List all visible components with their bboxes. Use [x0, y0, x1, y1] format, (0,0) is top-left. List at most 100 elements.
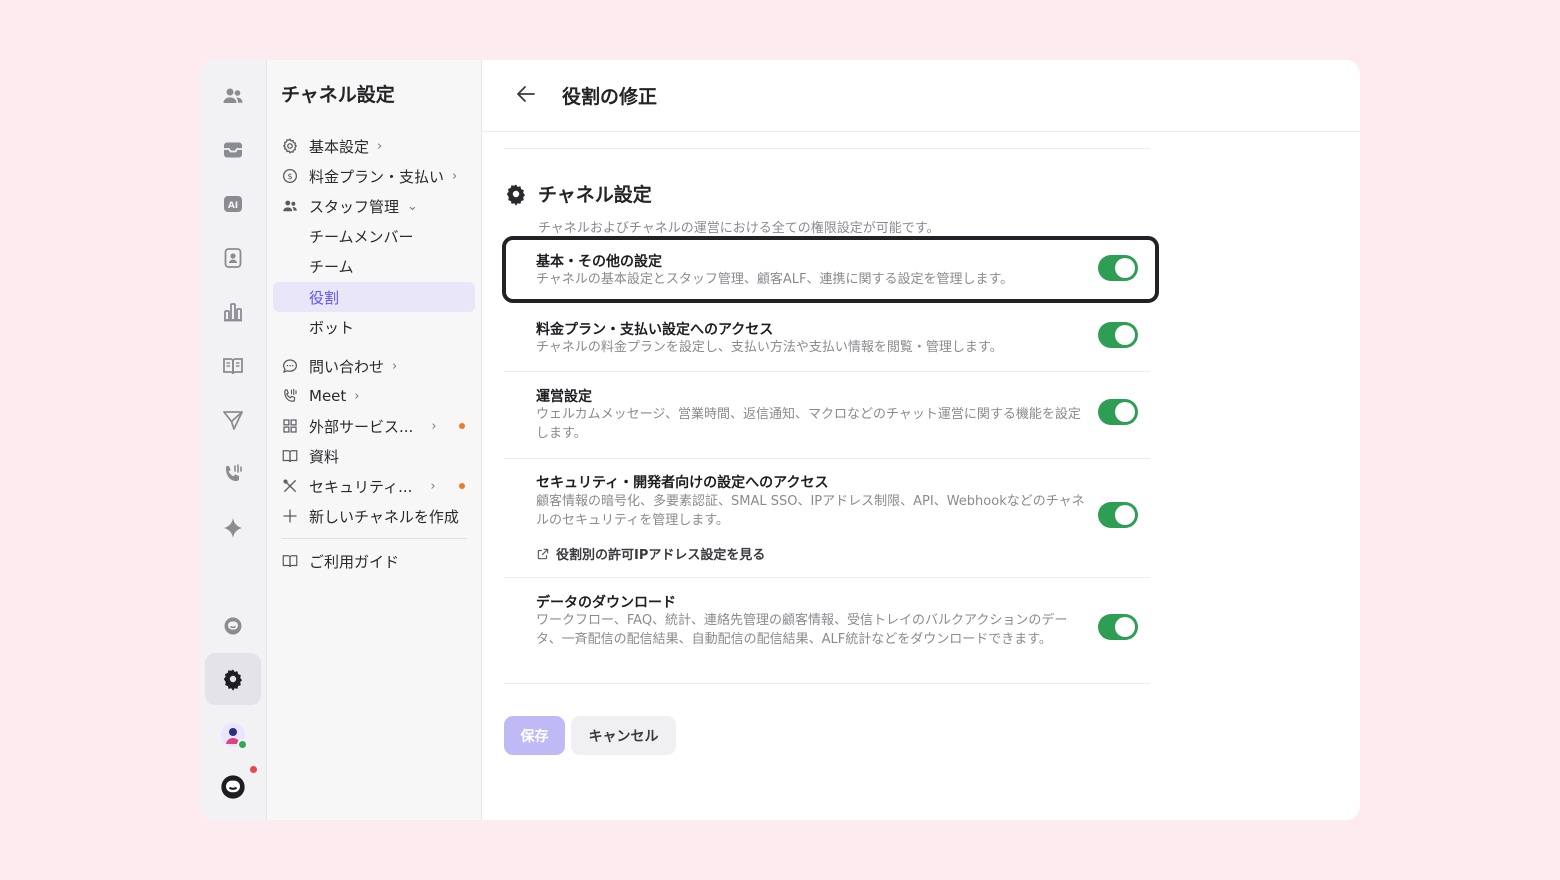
save-button[interactable]: 保存 — [504, 716, 565, 755]
call-nav[interactable] — [205, 448, 261, 500]
menu-item-label: 外部サービス... — [309, 417, 414, 436]
ai-icon: AI — [224, 196, 242, 212]
menu-item-label: ボット — [309, 318, 355, 337]
chat-bubble-icon — [224, 617, 242, 635]
notification-dot — [250, 766, 257, 773]
highlight-frame — [502, 236, 1159, 303]
permission-row-data-download: データのダウンロード ワークフロー、FAQ、統計、連絡先管理の顧客情報、受信トレ… — [504, 578, 1150, 684]
menu-item-team-members[interactable]: チームメンバー — [273, 221, 475, 251]
contact-card-icon — [224, 248, 242, 268]
permission-row-billing: 料金プラン・支払い設定へのアクセス チャネルの料金プランを設定し、支払い方法や支… — [504, 305, 1150, 372]
phone-call-icon — [226, 464, 242, 481]
permission-description: ウェルカムメッセージ、営業時間、返信通知、マクロなどのチャット運営に関する機能を… — [536, 407, 1081, 441]
chevron-down-icon: ⌄ — [407, 198, 418, 214]
back-arrow-icon[interactable] — [514, 82, 538, 106]
inbox-nav[interactable] — [205, 124, 261, 176]
channel-logo-icon — [221, 775, 245, 799]
paper-plane-icon — [223, 411, 243, 430]
menu-item-label: 資料 — [309, 447, 340, 466]
chat-bubble-icon — [281, 357, 299, 375]
menu-item-label: 基本設定 — [309, 137, 370, 156]
menu-item-security[interactable]: セキュリティ... › — [273, 471, 475, 501]
gear-icon — [506, 184, 525, 206]
menu-item-staff[interactable]: スタッフ管理 ⌄ — [273, 191, 475, 221]
profile-nav[interactable] — [205, 709, 261, 761]
menu-item-roles[interactable]: 役割 — [273, 282, 475, 312]
menu-item-bots[interactable]: ボット — [273, 312, 475, 342]
permission-row-security: セキュリティ・開発者向けの設定へのアクセス 顧客情報の暗号化、多要素認証、SMA… — [504, 459, 1150, 578]
menu-item-materials[interactable]: 資料 — [273, 441, 475, 471]
ai-nav[interactable]: AI — [205, 178, 261, 230]
page-title: 役割の修正 — [562, 86, 658, 108]
link-label: 役割別の許可IPアドレス設定を見る — [556, 548, 766, 563]
documents-nav[interactable] — [205, 340, 261, 392]
page-header: 役割の修正 — [482, 60, 1360, 132]
divider — [504, 148, 1150, 149]
menu-item-meet[interactable]: Meet › — [273, 381, 475, 411]
menu-item-label: ご利用ガイド — [309, 552, 400, 571]
plus-icon — [281, 507, 299, 525]
bar-chart-icon — [224, 303, 242, 322]
campaign-nav[interactable] — [205, 394, 261, 446]
toggle-knob — [1115, 325, 1135, 345]
toggle-knob — [1115, 617, 1135, 637]
settings-nav[interactable] — [205, 653, 261, 705]
svg-text:$: $ — [287, 171, 292, 181]
menu-item-label: 問い合わせ — [309, 357, 385, 376]
app-window: AI チャネル設定 基本設定 › $ 料金プラン・支払い › スタッフ管理 ⌄ … — [200, 60, 1360, 820]
ai-sparkle-nav[interactable] — [205, 502, 261, 554]
open-book-icon — [223, 358, 243, 375]
chevron-right-icon: › — [354, 388, 360, 404]
contact-book-nav[interactable] — [205, 232, 261, 284]
menu-item-inquiries[interactable]: 問い合わせ › — [273, 351, 475, 381]
permission-toggle-data-download[interactable] — [1098, 614, 1138, 640]
chevron-right-icon: › — [377, 138, 383, 154]
menu-item-label: セキュリティ... — [309, 477, 413, 496]
grid-icon — [281, 417, 299, 435]
permission-toggle-operations[interactable] — [1098, 399, 1138, 425]
menu-item-label: Meet — [309, 387, 347, 405]
menu-item-teams[interactable]: チーム — [273, 251, 475, 281]
cancel-button[interactable]: キャンセル — [571, 716, 676, 755]
menu-item-create-channel[interactable]: 新しいチャネルを作成 — [273, 501, 475, 531]
menu-item-basic-settings[interactable]: 基本設定 › — [273, 131, 475, 161]
inbox-icon — [224, 142, 242, 158]
contacts-nav[interactable] — [205, 70, 261, 122]
phone-call-icon — [281, 387, 299, 405]
channel-talk-nav[interactable] — [205, 600, 261, 652]
ip-settings-link[interactable]: 役割別の許可IPアドレス設定を見る — [536, 544, 765, 563]
user-avatar — [221, 723, 248, 750]
permission-toggle-billing[interactable] — [1098, 322, 1138, 348]
menu-item-integrations[interactable]: 外部サービス... › — [273, 411, 475, 441]
settings-menu: チャネル設定 基本設定 › $ 料金プラン・支払い › スタッフ管理 ⌄ チーム… — [267, 60, 482, 820]
section-description: チャネルおよびチャネルの運営における全ての権限設定が可能です。 — [538, 221, 940, 236]
permission-title: 料金プラン・支払い設定へのアクセス — [536, 322, 774, 338]
svg-text:AI: AI — [228, 201, 238, 211]
permission-title: 運営設定 — [536, 389, 592, 405]
gear-icon — [281, 137, 299, 155]
permission-title: データのダウンロード — [536, 595, 676, 611]
permission-row-operations: 運営設定 ウェルカムメッセージ、営業時間、返信通知、マクロなどのチャット運営に関… — [504, 372, 1150, 459]
menu-item-label: 新しいチャネルを作成 — [309, 507, 459, 526]
permission-description: チャネルの料金プランを設定し、支払い方法や支払い情報を閲覧・管理します。 — [536, 340, 1003, 355]
update-dot — [459, 483, 465, 489]
tools-icon — [281, 477, 299, 495]
sparkle-icon — [224, 518, 242, 538]
menu-title: チャネル設定 — [281, 84, 395, 106]
section-title: チャネル設定 — [538, 184, 652, 206]
menu-item-guide[interactable]: ご利用ガイド — [273, 546, 475, 576]
update-dot — [459, 423, 465, 429]
menu-item-billing[interactable]: $ 料金プラン・支払い › — [273, 161, 475, 191]
permission-toggle-security[interactable] — [1098, 502, 1138, 528]
chevron-right-icon: › — [430, 478, 436, 494]
menu-item-label: スタッフ管理 — [309, 197, 400, 216]
external-link-icon — [537, 548, 549, 559]
people-icon — [223, 88, 243, 103]
toggle-knob — [1115, 402, 1135, 422]
people-icon — [281, 197, 299, 215]
statistics-nav[interactable] — [205, 286, 261, 338]
permission-title: セキュリティ・開発者向けの設定へのアクセス — [536, 475, 829, 491]
permission-description: ワークフロー、FAQ、統計、連絡先管理の顧客情報、受信トレイのバルクアクションの… — [536, 613, 1068, 647]
book-icon — [281, 447, 299, 465]
permission-description: 顧客情報の暗号化、多要素認証、SMAL SSO、IPアドレス制限、API、Web… — [536, 494, 1085, 528]
